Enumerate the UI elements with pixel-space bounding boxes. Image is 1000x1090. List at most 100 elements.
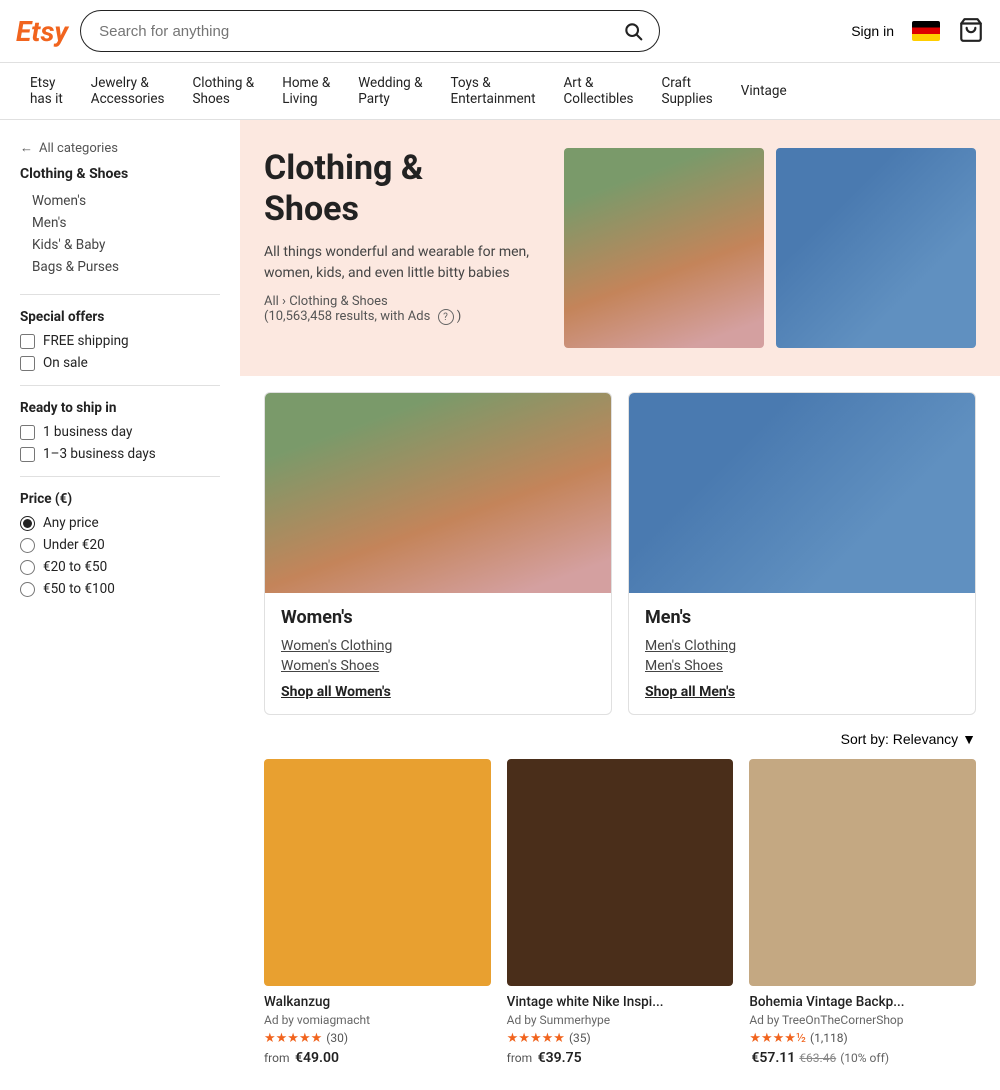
cat-link-womens[interactable]: Women's Shoes: [281, 658, 595, 674]
hero-image-women[interactable]: [564, 148, 764, 348]
sort-arrow-icon: ▼: [962, 731, 976, 747]
cat-card-body-mens: Men's Men's ClothingMen's Shoes Shop all…: [629, 593, 975, 714]
sidebar-subcat-item[interactable]: Bags & Purses: [20, 256, 220, 278]
nav-item-wedding[interactable]: Wedding & Party: [344, 63, 436, 119]
header: Etsy Sign in: [0, 0, 1000, 63]
cat-card-title-womens: Women's: [281, 607, 595, 628]
cat-link-mens[interactable]: Men's Clothing: [645, 638, 959, 654]
search-button[interactable]: [607, 11, 659, 51]
hero-title: Clothing &Shoes: [264, 148, 544, 230]
sort-label: Sort by: Relevancy: [841, 731, 959, 747]
cat-link-mens[interactable]: Men's Shoes: [645, 658, 959, 674]
product-image-backpack: [749, 759, 976, 986]
sidebar: ← All categories Clothing & Shoes Women'…: [0, 120, 240, 1090]
header-right: Sign in: [851, 17, 984, 46]
product-name-nike-hoodie: Vintage white Nike Inspi...: [507, 994, 734, 1010]
product-price-row-nike-hoodie: from €39.75: [507, 1050, 734, 1066]
sidebar-subcat-item[interactable]: Women's: [20, 190, 220, 212]
ready-to-ship-list: 1 business day 1–3 business days: [20, 424, 220, 462]
label-on-sale: On sale: [43, 355, 88, 371]
cart-button[interactable]: [958, 17, 984, 46]
back-arrow-icon: ←: [20, 140, 33, 156]
special-offer-free-shipping[interactable]: FREE shipping: [20, 333, 220, 349]
product-card-walkanzug[interactable]: Walkanzug Ad by vomiagmacht ★★★★★ (30) f…: [264, 759, 491, 1066]
product-price-row-walkanzug: from €49.00: [264, 1050, 491, 1066]
nav-item-toys[interactable]: Toys & Entertainment: [437, 63, 550, 119]
radio-price-50-100[interactable]: [20, 582, 35, 597]
nav-item-clothing[interactable]: Clothing & Shoes: [179, 63, 269, 119]
logo[interactable]: Etsy: [16, 15, 68, 48]
price-option-50-100[interactable]: €50 to €100: [20, 581, 220, 597]
cat-card-body-womens: Women's Women's Clothing Women's Shoes Sh…: [265, 593, 611, 714]
stars-icon-nike-hoodie: ★★★★★: [507, 1031, 565, 1046]
sign-in-button[interactable]: Sign in: [851, 23, 894, 39]
checkbox-on-sale[interactable]: [20, 356, 35, 371]
label-price-any: Any price: [43, 515, 99, 531]
nav-item-art[interactable]: Art & Collectibles: [550, 63, 648, 119]
price-option-20-50[interactable]: €20 to €50: [20, 559, 220, 575]
cat-card-image-womens[interactable]: [265, 393, 611, 593]
category-cards: Women's Women's Clothing Women's Shoes Sh…: [240, 376, 1000, 731]
ship-option-1-3-days[interactable]: 1–3 business days: [20, 446, 220, 462]
ship-option-1-day[interactable]: 1 business day: [20, 424, 220, 440]
sidebar-back-link[interactable]: ← All categories: [20, 140, 220, 156]
product-name-walkanzug: Walkanzug: [264, 994, 491, 1010]
star-count-nike-hoodie: (35): [569, 1031, 591, 1045]
radio-price-20-50[interactable]: [20, 560, 35, 575]
cat-link-womens[interactable]: Women's Clothing: [281, 638, 595, 654]
breadcrumb-all-link[interactable]: All: [264, 294, 279, 309]
hero-image-men[interactable]: [776, 148, 976, 348]
product-name-backpack: Bohemia Vintage Backp...: [749, 994, 976, 1010]
info-icon[interactable]: ?: [438, 309, 454, 325]
product-card-backpack[interactable]: Bohemia Vintage Backp... Ad by TreeOnThe…: [749, 759, 976, 1066]
nav-item-craft[interactable]: Craft Supplies: [647, 63, 726, 119]
checkbox-free-shipping[interactable]: [20, 334, 35, 349]
label-price-20-50: €20 to €50: [43, 559, 107, 575]
cat-card-image-mens[interactable]: [629, 393, 975, 593]
product-img-placeholder-walkanzug: [264, 759, 491, 986]
stars-icon-backpack: ★★★★½: [749, 1031, 806, 1046]
special-offer-on-sale[interactable]: On sale: [20, 355, 220, 371]
product-card-nike-hoodie[interactable]: Vintage white Nike Inspi... Ad by Summer…: [507, 759, 734, 1066]
hero-results-count: (10,563,458 results, with Ads ? ): [264, 309, 544, 326]
product-discount-backpack: (10% off): [840, 1051, 889, 1065]
special-offers-title: Special offers: [20, 309, 220, 325]
breadcrumb: All › Clothing & Shoes: [264, 294, 544, 309]
price-list: Any price Under €20 €20 to €50 €50 to €100: [20, 515, 220, 597]
label-ship-1-3-days: 1–3 business days: [43, 446, 156, 462]
search-input[interactable]: [81, 13, 607, 50]
price-option-any[interactable]: Any price: [20, 515, 220, 531]
product-image-walkanzug: [264, 759, 491, 986]
product-original-price-backpack: €63.46: [799, 1051, 836, 1065]
price-title: Price (€): [20, 491, 220, 507]
product-img-placeholder-backpack: [749, 759, 976, 986]
price-option-under-20[interactable]: Under €20: [20, 537, 220, 553]
nav: Etsy has itJewelry & AccessoriesClothing…: [0, 63, 1000, 120]
label-price-50-100: €50 to €100: [43, 581, 115, 597]
content-area: Clothing &Shoes All things wonderful and…: [240, 120, 1000, 1090]
checkbox-ship-1-day[interactable]: [20, 425, 35, 440]
nav-item-etsy-has-it[interactable]: Etsy has it: [16, 63, 77, 119]
product-img-placeholder-nike-hoodie: [507, 759, 734, 986]
hero-images: [564, 148, 976, 348]
nav-item-vintage[interactable]: Vintage: [727, 71, 801, 111]
product-area: Sort by: Relevancy ▼ Walkanzug Ad by vom…: [240, 731, 1000, 1090]
nav-item-jewelry[interactable]: Jewelry & Accessories: [77, 63, 179, 119]
radio-price-any[interactable]: [20, 516, 35, 531]
language-flag[interactable]: [912, 21, 940, 41]
sidebar-subcat-item[interactable]: Men's: [20, 212, 220, 234]
sort-bar: Sort by: Relevancy ▼: [264, 731, 976, 747]
radio-price-under-20[interactable]: [20, 538, 35, 553]
cat-card-shop-all-mens[interactable]: Shop all Men's: [645, 684, 959, 700]
search-bar: [80, 10, 660, 52]
stars-icon-walkanzug: ★★★★★: [264, 1031, 322, 1046]
product-price-nike-hoodie: €39.75: [538, 1050, 582, 1066]
sort-button[interactable]: Sort by: Relevancy ▼: [841, 731, 976, 747]
breadcrumb-category: Clothing & Shoes: [289, 294, 388, 309]
label-price-under-20: Under €20: [43, 537, 105, 553]
product-image-nike-hoodie: [507, 759, 734, 986]
nav-item-home[interactable]: Home & Living: [268, 63, 344, 119]
checkbox-ship-1-3-days[interactable]: [20, 447, 35, 462]
sidebar-subcat-item[interactable]: Kids' & Baby: [20, 234, 220, 256]
cat-card-shop-all-womens[interactable]: Shop all Women's: [281, 684, 595, 700]
